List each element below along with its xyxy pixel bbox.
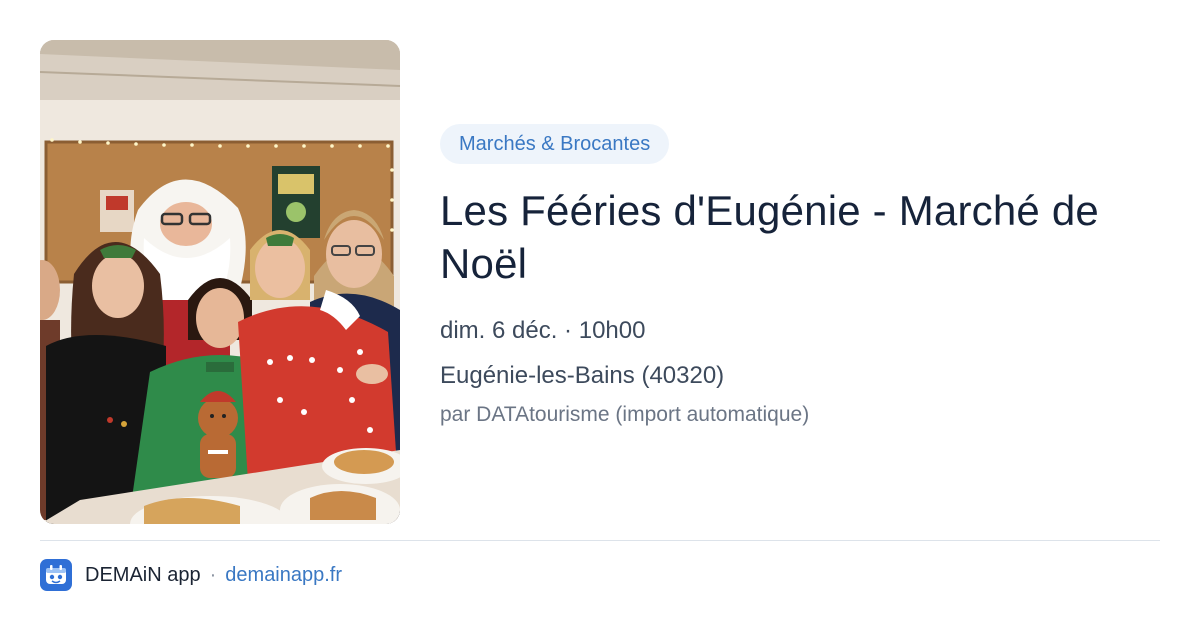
event-photo	[40, 40, 400, 524]
footer-separator: ·	[209, 563, 217, 586]
app-name: DEMAiN app	[85, 563, 201, 586]
footer: DEMAiN app · demainapp.fr	[40, 558, 342, 592]
event-share-card: Marchés & Brocantes Les Fééries d'Eugéni…	[0, 0, 1200, 630]
event-location: Eugénie-les-Bains (40320)	[440, 362, 725, 389]
category-tag[interactable]: Marchés & Brocantes	[440, 124, 670, 164]
event-date: dim. 6 déc. · 10h00	[440, 317, 646, 344]
demain-app-icon	[40, 559, 72, 591]
event-info: Marchés & Brocantes Les Fééries d'Eugéni…	[440, 124, 1160, 429]
app-website-link[interactable]: demainapp.fr	[225, 564, 342, 587]
footer-divider	[40, 540, 1160, 541]
event-source: par DATAtourisme (import automatique)	[440, 403, 810, 426]
event-title: Les Fééries d'Eugénie - Marché de Noël	[440, 187, 1099, 287]
